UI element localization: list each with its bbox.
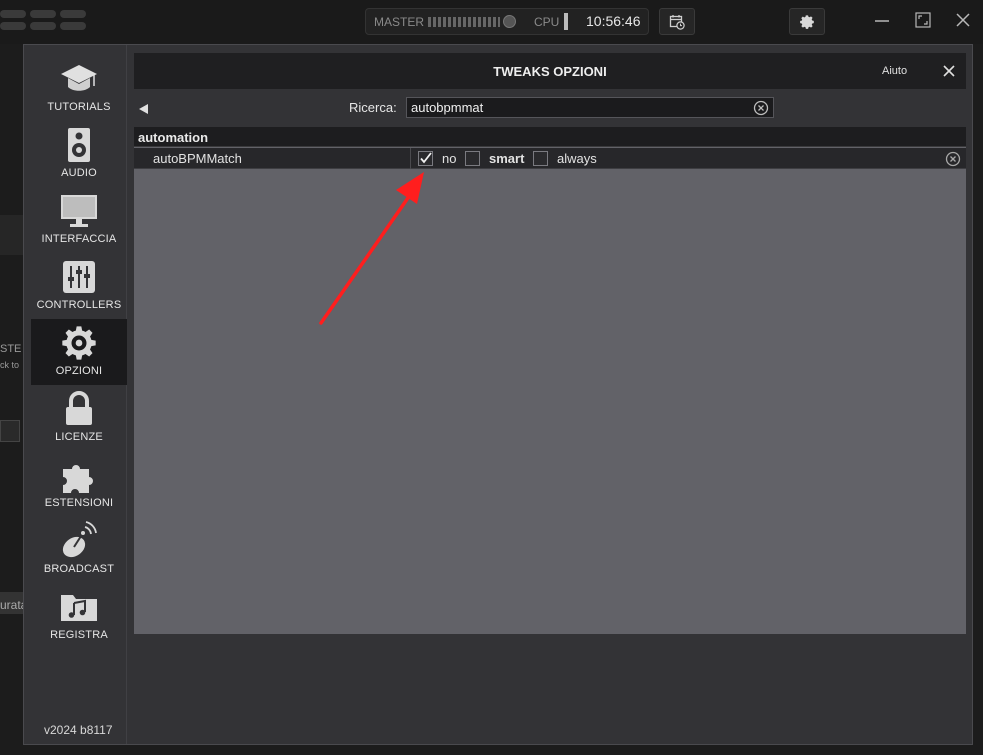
- back-arrow-icon: [139, 104, 148, 114]
- search-input[interactable]: [406, 97, 774, 118]
- master-level-meter: [428, 17, 500, 27]
- sidebar-item-label: CONTROLLERS: [36, 299, 122, 311]
- clear-circle-icon: [753, 100, 769, 116]
- calendar-clock-icon: [669, 14, 685, 30]
- background-app-left: [0, 44, 23, 755]
- sidebar-item-label: AUDIO: [61, 167, 97, 179]
- dialog-title: TWEAKS OPZIONI: [493, 64, 607, 79]
- cpu-meter: [564, 13, 568, 30]
- option-name: autoBPMMatch: [153, 151, 242, 166]
- version-label: v2024 b8117: [44, 723, 113, 737]
- logo-icon: [60, 10, 86, 18]
- sidebar-item-label: REGISTRA: [50, 629, 108, 641]
- puzzle-icon: [63, 465, 93, 493]
- sidebar-item-label: LICENZE: [55, 431, 103, 443]
- master-label: MASTER: [374, 15, 425, 29]
- sidebar-item-tutorials[interactable]: TUTORIALS: [31, 55, 127, 121]
- settings-sidebar: TUTORIALS AUDIO INTERFACCIA CONTROLLERS …: [24, 45, 127, 744]
- sidebar-item-registra[interactable]: REGISTRA: [31, 583, 127, 649]
- background-app-right: [973, 44, 983, 755]
- option-row: autoBPMMatch no smart always: [134, 148, 966, 169]
- help-link[interactable]: Aiuto: [882, 65, 907, 77]
- sidebar-item-controllers[interactable]: CONTROLLERS: [31, 253, 127, 319]
- gear-icon: [800, 14, 814, 29]
- reset-option-button[interactable]: [945, 151, 961, 167]
- options-results-panel: automation autoBPMMatch no smart always: [134, 127, 966, 634]
- sidebar-item-label: TUTORIALS: [47, 101, 111, 113]
- search-clear-button[interactable]: [753, 100, 769, 116]
- monitor-icon: [61, 195, 97, 227]
- sidebar-item-licenze[interactable]: LICENZE: [31, 385, 127, 451]
- speaker-icon: [68, 128, 90, 162]
- close-icon: [956, 13, 970, 27]
- background-bottom-strip: [0, 745, 983, 755]
- clock: 10:56:46: [586, 13, 641, 29]
- gear-icon: [62, 326, 96, 360]
- graduation-cap-icon: [61, 65, 97, 91]
- dialog-close-button[interactable]: [940, 62, 958, 80]
- choice-smart-label: smart: [489, 151, 525, 166]
- music-folder-icon: [61, 595, 97, 621]
- column-divider: [410, 148, 411, 169]
- top-bar: MASTER CPU 10:56:46: [0, 0, 983, 44]
- sidebar-item-interfaccia[interactable]: INTERFACCIA: [31, 187, 127, 253]
- background-text: ck to: [0, 360, 20, 370]
- calendar-clock-button[interactable]: [659, 8, 695, 35]
- choice-always-label: always: [557, 151, 597, 166]
- sidebar-item-estensioni[interactable]: ESTENSIONI: [31, 451, 127, 517]
- back-button[interactable]: [138, 102, 150, 114]
- background-text: STE: [0, 343, 22, 355]
- master-volume-knob[interactable]: [503, 15, 516, 28]
- choice-no-label: no: [442, 151, 457, 166]
- choice-smart-checkbox[interactable]: [465, 151, 480, 166]
- minimize-button[interactable]: [872, 10, 892, 30]
- choice-no-checkbox[interactable]: [418, 151, 433, 166]
- choice-always-checkbox[interactable]: [533, 151, 548, 166]
- logo-icon: [30, 22, 56, 30]
- category-label: automation: [138, 130, 209, 145]
- master-status-box: MASTER CPU 10:56:46: [365, 8, 649, 35]
- category-header: automation: [134, 127, 966, 147]
- sidebar-item-label: INTERFACCIA: [41, 233, 117, 245]
- sidebar-item-audio[interactable]: AUDIO: [31, 121, 127, 187]
- close-icon: [943, 65, 955, 77]
- maximize-icon: [915, 12, 931, 28]
- sidebar-item-label: ESTENSIONI: [44, 497, 114, 509]
- minimize-icon: [875, 20, 889, 22]
- checkmark-icon: [420, 152, 432, 164]
- clear-circle-icon: [945, 151, 961, 167]
- logo-icon: [60, 22, 86, 30]
- background-panel: [0, 215, 23, 255]
- search-label: Ricerca:: [349, 100, 397, 115]
- logo-icon: [0, 10, 26, 18]
- dialog-titlebar: TWEAKS OPZIONI Aiuto: [134, 53, 966, 89]
- logo-icon: [0, 22, 26, 30]
- sidebar-item-broadcast[interactable]: BROADCAST: [31, 517, 127, 583]
- background-dropdown: [0, 420, 20, 442]
- cpu-label: CPU: [534, 15, 560, 29]
- window-close-button[interactable]: [953, 10, 973, 30]
- tweaks-options-dialog: TUTORIALS AUDIO INTERFACCIA CONTROLLERS …: [23, 44, 973, 745]
- maximize-button[interactable]: [913, 10, 933, 30]
- sidebar-item-label: OPZIONI: [55, 365, 103, 377]
- sidebar-item-opzioni[interactable]: OPZIONI: [31, 319, 127, 385]
- settings-button[interactable]: [789, 8, 825, 35]
- satellite-dish-icon: [62, 521, 97, 558]
- lock-icon: [66, 391, 92, 425]
- sidebar-item-label: BROADCAST: [43, 563, 115, 575]
- sliders-icon: [63, 261, 95, 293]
- logo-icon: [30, 10, 56, 18]
